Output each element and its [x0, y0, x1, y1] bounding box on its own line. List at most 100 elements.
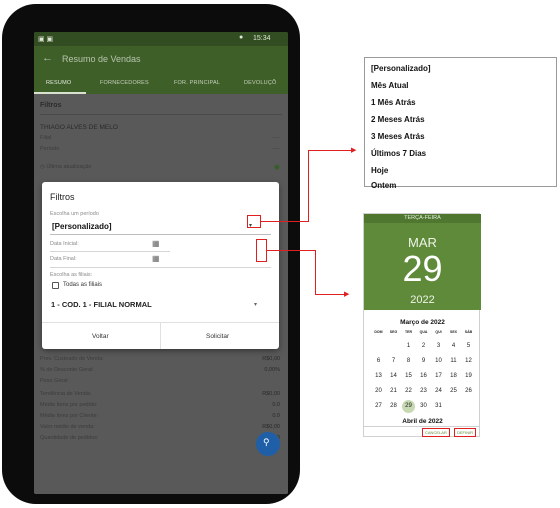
tab-devolucoes[interactable]: DEVOLUÇÕ: [244, 80, 276, 86]
calendar-day[interactable]: 8: [402, 355, 415, 368]
all-filiais-checkbox[interactable]: [52, 282, 59, 289]
annotation-arrow-icon: ▶: [344, 291, 350, 298]
calendar-day[interactable]: 11: [447, 355, 460, 368]
filial-select[interactable]: 1 - COD. 1 - FILIAL NORMAL: [51, 300, 152, 309]
annotation-dropdown-box: [247, 215, 261, 228]
all-filiais-label: Todas as filiais: [63, 282, 103, 288]
calendar-day[interactable]: 2: [417, 340, 430, 353]
calendar-day[interactable]: 13: [372, 370, 385, 383]
stat-row: Valor médio de venda: R$0,00: [40, 424, 280, 430]
back-arrow-icon[interactable]: ←: [42, 52, 53, 64]
calendar-day[interactable]: 22: [402, 385, 415, 398]
calendar-day[interactable]: 24: [432, 385, 445, 398]
calendar-day[interactable]: 17: [432, 370, 445, 383]
calendar-day[interactable]: 4: [447, 340, 460, 353]
annotation-line: [315, 250, 316, 295]
divider: [50, 251, 170, 252]
user-name: THIAGO ALVES DE MELO: [40, 124, 118, 131]
calendar-day[interactable]: 7: [387, 355, 400, 368]
divider: [50, 267, 271, 268]
current-month-title: Março de 2022: [400, 319, 445, 326]
periodo-row: Período ----: [40, 146, 280, 152]
stat-row: Quantidade de pedidos: 0.0: [40, 435, 280, 441]
next-month-title: Abril de 2022: [402, 418, 443, 425]
filial-dropdown-arrow-icon[interactable]: ▾: [254, 301, 257, 308]
annotation-line: [261, 221, 309, 222]
stat-row: Prev. Custeado de Venda: R$0,00: [40, 356, 280, 362]
weekday-label: QUI: [435, 330, 442, 334]
eye-icon[interactable]: ◉: [274, 163, 280, 171]
calendar-day[interactable]: 20: [372, 385, 385, 398]
calendar-day[interactable]: 31: [432, 400, 445, 413]
calendar-day[interactable]: 18: [447, 370, 460, 383]
calendar-day[interactable]: 29: [402, 400, 415, 413]
phone-screen: ▣ ▣ ● 15:34 ← Resumo de Vendas RESUMO FO…: [34, 32, 288, 494]
stat-row: Tendência de Venda: R$0,00: [40, 391, 280, 397]
selected-weekday: TERÇA-FEIRA: [364, 214, 481, 223]
calendar-day[interactable]: 10: [432, 355, 445, 368]
annotation-line: [308, 150, 355, 151]
filial-row: Filial ----: [40, 135, 280, 141]
tab-fornecedores[interactable]: FORNECEDORES: [100, 80, 149, 86]
selected-year: 2022: [410, 294, 435, 306]
filters-dialog: Filtros Escolha um período [Personalizad…: [42, 182, 279, 349]
calendar-day[interactable]: 30: [417, 400, 430, 413]
calendar-day[interactable]: 3: [432, 340, 445, 353]
calendar-day[interactable]: 6: [372, 355, 385, 368]
period-option[interactable]: [Personalizado]: [371, 64, 431, 73]
request-button[interactable]: Solicitar: [206, 333, 229, 340]
divider: [40, 114, 282, 115]
stat-row: Média Itens por pedido: 0.0: [40, 402, 280, 408]
calendar-day[interactable]: 26: [462, 385, 475, 398]
period-option[interactable]: Ontem: [371, 181, 396, 190]
set-button[interactable]: DEFINIR: [454, 428, 476, 437]
calendar-day[interactable]: 19: [462, 370, 475, 383]
calendar-day[interactable]: 28: [387, 400, 400, 413]
weekday-label: DOM: [374, 330, 383, 334]
annotation-line: [267, 250, 315, 251]
period-option[interactable]: 1 Mês Atrás: [371, 98, 416, 107]
calendar-day[interactable]: 16: [417, 370, 430, 383]
filial-value: ----: [272, 135, 280, 141]
calendar-day[interactable]: 1: [402, 340, 415, 353]
calendar-day[interactable]: 25: [447, 385, 460, 398]
cancel-button[interactable]: CANCELAR: [422, 428, 450, 437]
divider: [50, 234, 271, 235]
tab-fornecedor-principal[interactable]: FOR. PRINCIPAL: [174, 80, 220, 86]
back-button[interactable]: Voltar: [92, 333, 109, 340]
weekday-label: TER: [405, 330, 412, 334]
period-option[interactable]: Hoje: [371, 166, 388, 175]
calendar-day[interactable]: 15: [402, 370, 415, 383]
start-date-calendar-icon[interactable]: ▦: [152, 239, 160, 248]
stat-row: Peso Geral:: [40, 378, 70, 384]
date-picker-actions: CANCELAR DEFINIR: [363, 427, 480, 437]
periodo-value: ----: [272, 146, 280, 152]
period-option[interactable]: Últimos 7 Dias: [371, 149, 426, 158]
start-date-label: Data Inicial:: [50, 241, 79, 247]
weekday-label: SÁB: [464, 330, 473, 334]
period-option[interactable]: 2 Meses Atrás: [371, 115, 425, 124]
search-fab[interactable]: ⚲: [256, 432, 280, 456]
annotation-date-box: [256, 239, 267, 262]
dialog-title: Filtros: [50, 192, 75, 202]
period-option[interactable]: 3 Meses Atrás: [371, 132, 425, 141]
calendar-day[interactable]: 9: [417, 355, 430, 368]
selected-day: 29: [402, 248, 443, 289]
filial-choose-label: Escolha as filiais:: [50, 272, 93, 278]
tab-resumo[interactable]: RESUMO: [46, 80, 71, 86]
calendar-day[interactable]: 14: [387, 370, 400, 383]
calendar-day[interactable]: 5: [462, 340, 475, 353]
calendar-day[interactable]: 23: [417, 385, 430, 398]
period-label: Escolha um período: [50, 211, 99, 217]
period-select[interactable]: [Personalizado]: [52, 222, 112, 231]
calendar-day[interactable]: 12: [462, 355, 475, 368]
status-bar: ▣ ▣ ● 15:34: [34, 32, 288, 46]
app-bar: ← Resumo de Vendas: [34, 46, 288, 72]
calendar-day[interactable]: 27: [372, 400, 385, 413]
end-date-calendar-icon[interactable]: ▦: [152, 254, 160, 263]
annotation-line: [315, 294, 347, 295]
search-icon: ⚲: [263, 437, 270, 447]
period-option[interactable]: Mês Atual: [371, 81, 409, 90]
calendar-day[interactable]: 21: [387, 385, 400, 398]
page-title: Resumo de Vendas: [62, 54, 141, 64]
